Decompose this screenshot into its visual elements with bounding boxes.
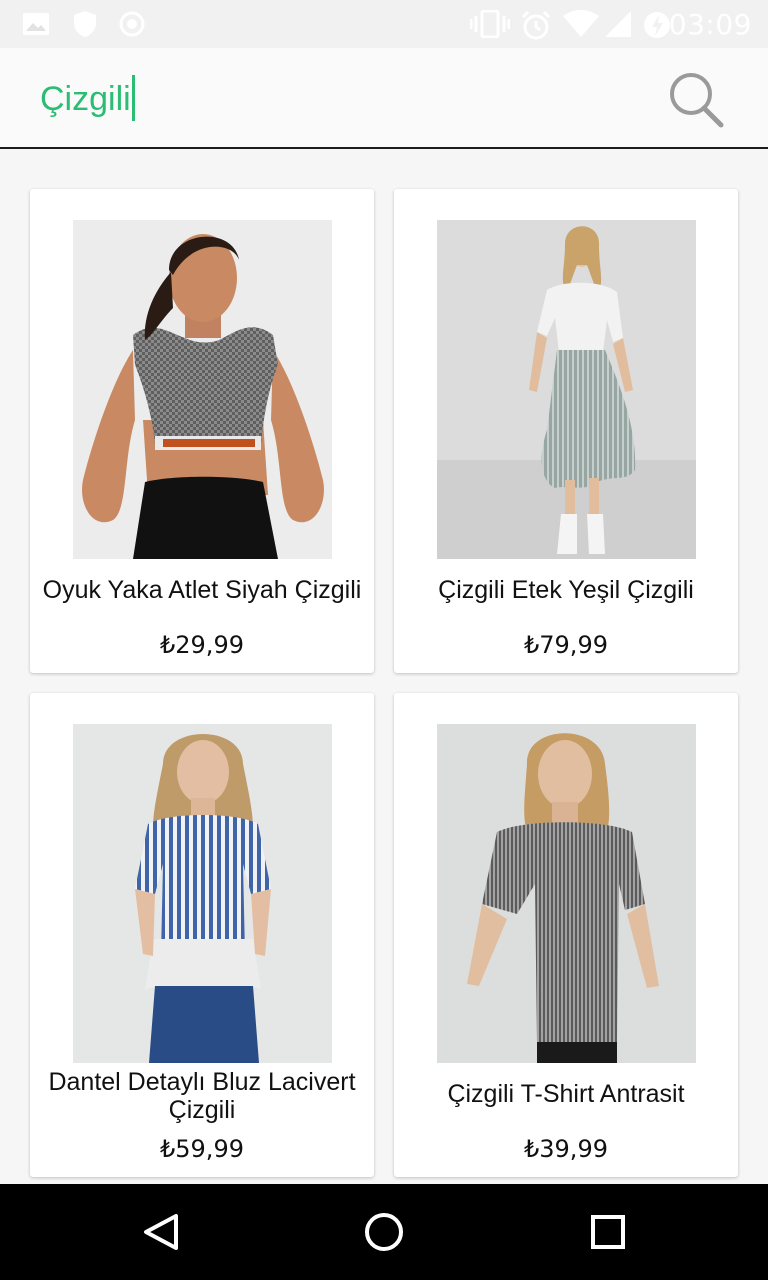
shield-icon: [74, 11, 96, 37]
product-image: [437, 724, 696, 1063]
product-name: Çizgili T-Shirt Antrasit: [447, 1080, 685, 1108]
product-card[interactable]: Dantel Detaylı Bluz Lacivert Çizgili ₺59…: [30, 693, 374, 1177]
record-icon: [119, 11, 145, 37]
search-icon[interactable]: [664, 68, 728, 132]
navigation-bar: [0, 1184, 768, 1280]
product-price: ₺59,99: [160, 1135, 244, 1163]
product-name: Dantel Detaylı Bluz Lacivert Çizgili: [48, 1068, 356, 1124]
status-time: 03:09: [668, 8, 752, 41]
skirt-photo: [437, 220, 696, 559]
product-image: [73, 724, 332, 1063]
tshirt-photo: [437, 724, 696, 1063]
product-grid: Oyuk Yaka Atlet Siyah Çizgili ₺29,99 Çiz…: [30, 189, 738, 1179]
product-image: [73, 220, 332, 559]
product-price: ₺79,99: [524, 631, 608, 659]
wifi-icon: [563, 10, 599, 37]
image-icon: [23, 13, 49, 35]
alarm-icon: [521, 10, 551, 40]
product-card[interactable]: Çizgili Etek Yeşil Çizgili ₺79,99: [394, 189, 738, 673]
back-icon[interactable]: [130, 1208, 190, 1256]
product-price: ₺29,99: [160, 631, 244, 659]
signal-icon: [605, 11, 631, 37]
search-input[interactable]: Çizgili: [40, 74, 135, 124]
blouse-photo: [73, 724, 332, 1063]
status-bar: 03:09: [0, 0, 768, 48]
recents-icon[interactable]: [578, 1208, 638, 1256]
product-card[interactable]: Çizgili T-Shirt Antrasit ₺39,99: [394, 693, 738, 1177]
product-image: [437, 220, 696, 559]
product-name: Oyuk Yaka Atlet Siyah Çizgili: [42, 576, 362, 604]
search-input-value: Çizgili: [40, 80, 131, 118]
product-name: Çizgili Etek Yeşil Çizgili: [438, 576, 694, 604]
product-price: ₺39,99: [524, 1135, 608, 1163]
vibrate-icon: [470, 10, 510, 38]
home-icon[interactable]: [354, 1208, 414, 1256]
product-card[interactable]: Oyuk Yaka Atlet Siyah Çizgili ₺29,99: [30, 189, 374, 673]
search-bar: Çizgili: [0, 48, 768, 149]
text-cursor: [131, 75, 135, 122]
crop-top-photo: [73, 220, 332, 559]
